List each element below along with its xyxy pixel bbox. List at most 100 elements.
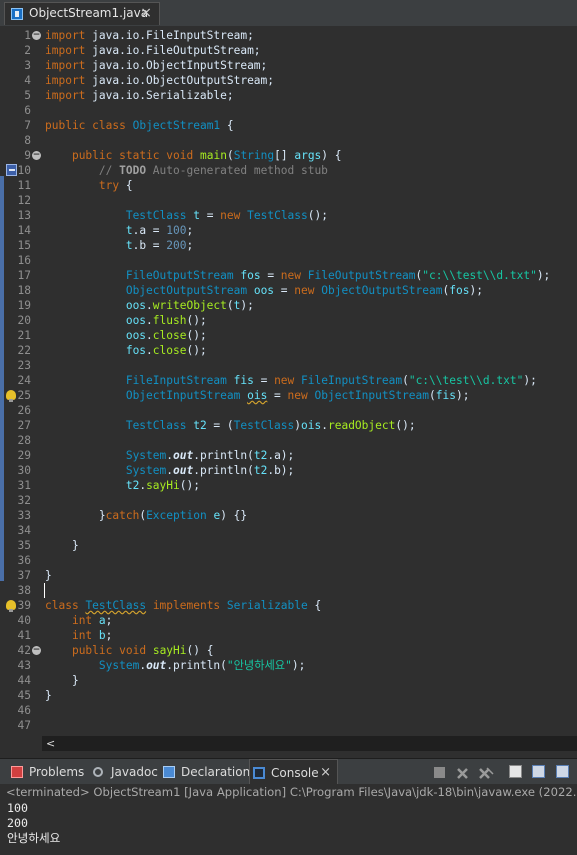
tab-javadoc[interactable]: Javadoc	[90, 759, 162, 785]
code-line[interactable]: 22 fos.close();	[0, 343, 577, 358]
code-line[interactable]: 17 FileOutputStream fos = new FileOutput…	[0, 268, 577, 283]
code-line[interactable]: 34	[0, 523, 577, 538]
code-line[interactable]: 9− public static void main(String[] args…	[0, 148, 577, 163]
code-line[interactable]: 18 ObjectOutputStream oos = new ObjectOu…	[0, 283, 577, 298]
code-editor[interactable]: 1− import java.io.FileInputStream; 2 import…	[0, 26, 577, 737]
code-line[interactable]: 32	[0, 493, 577, 508]
horizontal-scrollbar[interactable]: <	[42, 736, 577, 751]
java-file-icon	[11, 8, 23, 20]
stop-icon[interactable]	[434, 767, 445, 778]
remove-all-terminated-icon[interactable]	[478, 765, 494, 779]
warning-lightbulb-icon[interactable]	[6, 390, 16, 402]
problems-icon	[11, 766, 23, 778]
code-text: import java.io.ObjectOutputStream;	[45, 74, 275, 87]
line-number: 5	[24, 89, 31, 102]
code-line[interactable]: 6	[0, 103, 577, 118]
code-text: ObjectInputStream ois = new ObjectInputS…	[125, 389, 470, 402]
scroll-lock-icon[interactable]	[532, 765, 545, 778]
code-line[interactable]: 25 ObjectInputStream ois = new ObjectInp…	[0, 388, 577, 403]
bottom-panel-tabbar: Problems Javadoc Declaration Console ×	[0, 758, 577, 785]
fold-collapse-icon[interactable]: −	[32, 31, 41, 40]
fold-collapse-icon[interactable]: −	[32, 646, 41, 655]
code-line[interactable]: 45}	[0, 688, 577, 703]
code-line[interactable]: 29 System.out.println(t2.a);	[0, 448, 577, 463]
code-line[interactable]: 3 import java.io.ObjectInputStream;	[0, 58, 577, 73]
code-line[interactable]: 24 FileInputStream fis = new FileInputSt…	[0, 373, 577, 388]
tab-declaration[interactable]: Declaration	[160, 759, 250, 785]
code-line[interactable]: 15 t.b = 200;	[0, 238, 577, 253]
code-line[interactable]: 43 System.out.println("안녕하세요");	[0, 658, 577, 673]
tab-console[interactable]: Console ×	[249, 759, 338, 785]
code-text: fos.close();	[125, 344, 207, 357]
code-line[interactable]: 28	[0, 433, 577, 448]
code-line[interactable]: 19 oos.writeObject(t);	[0, 298, 577, 313]
code-line[interactable]: 5 import java.io.Serializable;	[0, 88, 577, 103]
code-text: FileOutputStream fos = new FileOutputStr…	[125, 269, 551, 282]
code-line[interactable]: 16	[0, 253, 577, 268]
code-text: FileInputStream fis = new FileInputStrea…	[125, 374, 537, 387]
code-line[interactable]: 35 }	[0, 538, 577, 553]
code-line[interactable]: 41 int b;	[0, 628, 577, 643]
code-line[interactable]: 12	[0, 193, 577, 208]
remove-launch-icon[interactable]	[456, 765, 469, 779]
word-wrap-icon[interactable]	[556, 765, 569, 778]
code-line[interactable]: 31 t2.sayHi();	[0, 478, 577, 493]
code-line[interactable]: 1− import java.io.FileInputStream;	[0, 28, 577, 43]
close-icon[interactable]: ×	[140, 6, 152, 20]
code-line[interactable]: 2 import java.io.FileOutputStream;	[0, 43, 577, 58]
line-number: 35	[17, 539, 31, 552]
line-number: 2	[24, 44, 31, 57]
code-line[interactable]: 40 int a;	[0, 613, 577, 628]
line-number: 27	[17, 419, 31, 432]
code-line[interactable]: 4 import java.io.ObjectOutputStream;	[0, 73, 577, 88]
code-text: oos.flush();	[125, 314, 207, 327]
code-line[interactable]: 47	[0, 718, 577, 733]
close-icon[interactable]: ×	[320, 760, 331, 786]
console-header-text: <terminated> ObjectStream1 [Java Applica…	[6, 785, 577, 799]
code-line[interactable]: 37}	[0, 568, 577, 583]
code-line[interactable]: 33 }catch(Exception e) {}	[0, 508, 577, 523]
code-line[interactable]: 20 oos.flush();	[0, 313, 577, 328]
clear-console-icon[interactable]	[509, 765, 522, 778]
editor-tab-label: ObjectStream1.java	[29, 6, 149, 20]
code-text: TestClass t = new TestClass();	[125, 209, 328, 222]
line-number: 6	[24, 104, 31, 117]
tab-problems[interactable]: Problems	[8, 759, 86, 785]
code-text: import java.io.Serializable;	[45, 89, 234, 102]
code-line[interactable]: 26	[0, 403, 577, 418]
code-line[interactable]: 23	[0, 358, 577, 373]
code-text: }catch(Exception e) {}	[45, 509, 248, 522]
code-line[interactable]: 38	[0, 583, 577, 598]
code-line[interactable]: 39 class TestClass implements Serializabl…	[0, 598, 577, 613]
line-number: 42	[17, 644, 31, 657]
editor-tab-objectstream1[interactable]: ObjectStream1.java ×	[4, 2, 160, 25]
line-number: 43	[17, 659, 31, 672]
code-line[interactable]: 42− public void sayHi() {	[0, 643, 577, 658]
code-line[interactable]: 13 TestClass t = new TestClass();	[0, 208, 577, 223]
line-number: 46	[17, 704, 31, 717]
code-text: System.out.println(t2.a);	[125, 449, 295, 462]
code-line[interactable]: 11 try {	[0, 178, 577, 193]
code-line[interactable]: 10 // TODO Auto-generated method stub	[0, 163, 577, 178]
line-number: 3	[24, 59, 31, 72]
code-line[interactable]: 36	[0, 553, 577, 568]
line-number: 28	[17, 434, 31, 447]
code-line[interactable]: 30 System.out.println(t2.b);	[0, 463, 577, 478]
warning-lightbulb-icon[interactable]	[6, 600, 16, 612]
line-number: 17	[17, 269, 31, 282]
scroll-left-icon[interactable]: <	[46, 736, 55, 751]
code-line[interactable]: 44 }	[0, 673, 577, 688]
task-marker-icon[interactable]	[6, 164, 17, 176]
code-line[interactable]: 8	[0, 133, 577, 148]
fold-collapse-icon[interactable]: −	[32, 151, 41, 160]
line-number: 34	[17, 524, 31, 537]
code-line[interactable]: 21 oos.close();	[0, 328, 577, 343]
code-line[interactable]: 46	[0, 703, 577, 718]
console-output[interactable]: 100 200 안녕하세요	[0, 800, 577, 855]
code-line[interactable]: 27 TestClass t2 = (TestClass)ois.readObj…	[0, 418, 577, 433]
code-text: public void sayHi() {	[71, 644, 214, 657]
code-line[interactable]: 14 t.a = 100;	[0, 223, 577, 238]
code-text: TestClass t2 = (TestClass)ois.readObject…	[125, 419, 416, 432]
code-line[interactable]: 7 public class ObjectStream1 {	[0, 118, 577, 133]
code-text: }	[45, 689, 52, 702]
